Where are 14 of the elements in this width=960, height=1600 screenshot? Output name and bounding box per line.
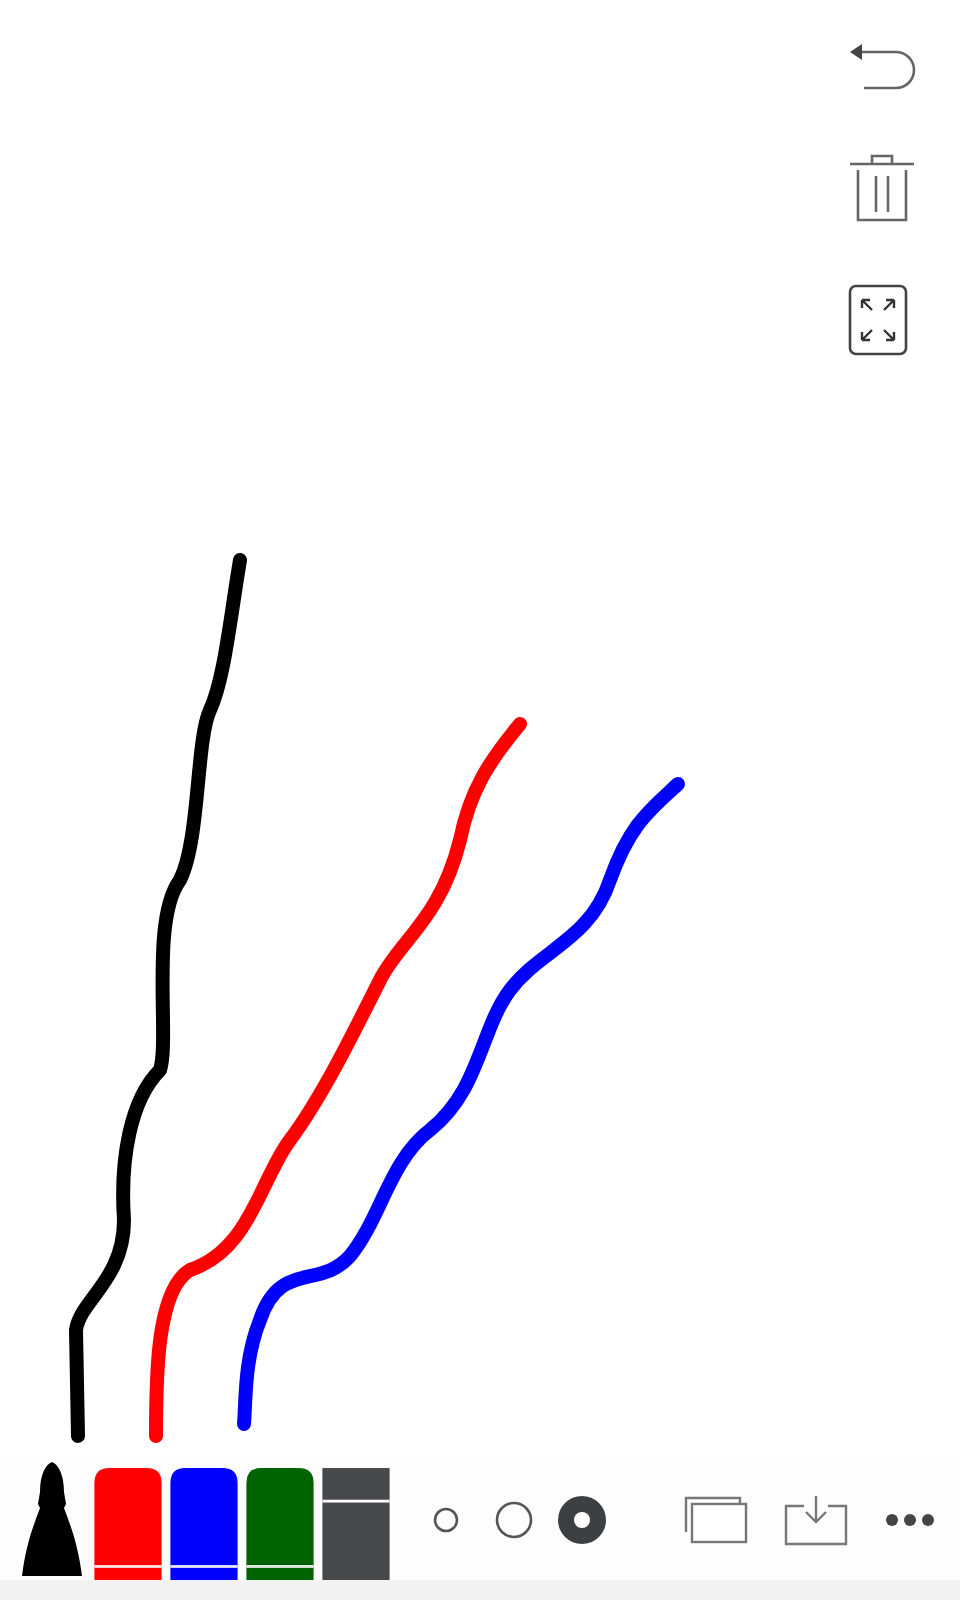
more-icon[interactable] xyxy=(884,1512,936,1528)
pen-icon[interactable] xyxy=(168,1468,240,1580)
layers-icon[interactable] xyxy=(684,1496,748,1544)
undo-icon[interactable] xyxy=(848,40,916,92)
marker-icon[interactable] xyxy=(16,1460,88,1580)
brush-size-option[interactable] xyxy=(432,1506,460,1534)
brush-size-option[interactable] xyxy=(494,1500,534,1540)
fullscreen-icon[interactable] xyxy=(848,284,908,356)
trash-icon[interactable] xyxy=(848,152,916,224)
pen-icon[interactable] xyxy=(92,1468,164,1580)
brush-size-option[interactable] xyxy=(556,1494,608,1546)
download-icon[interactable] xyxy=(784,1494,848,1546)
pen-icon[interactable] xyxy=(244,1468,316,1580)
eraser-icon[interactable] xyxy=(320,1468,392,1580)
